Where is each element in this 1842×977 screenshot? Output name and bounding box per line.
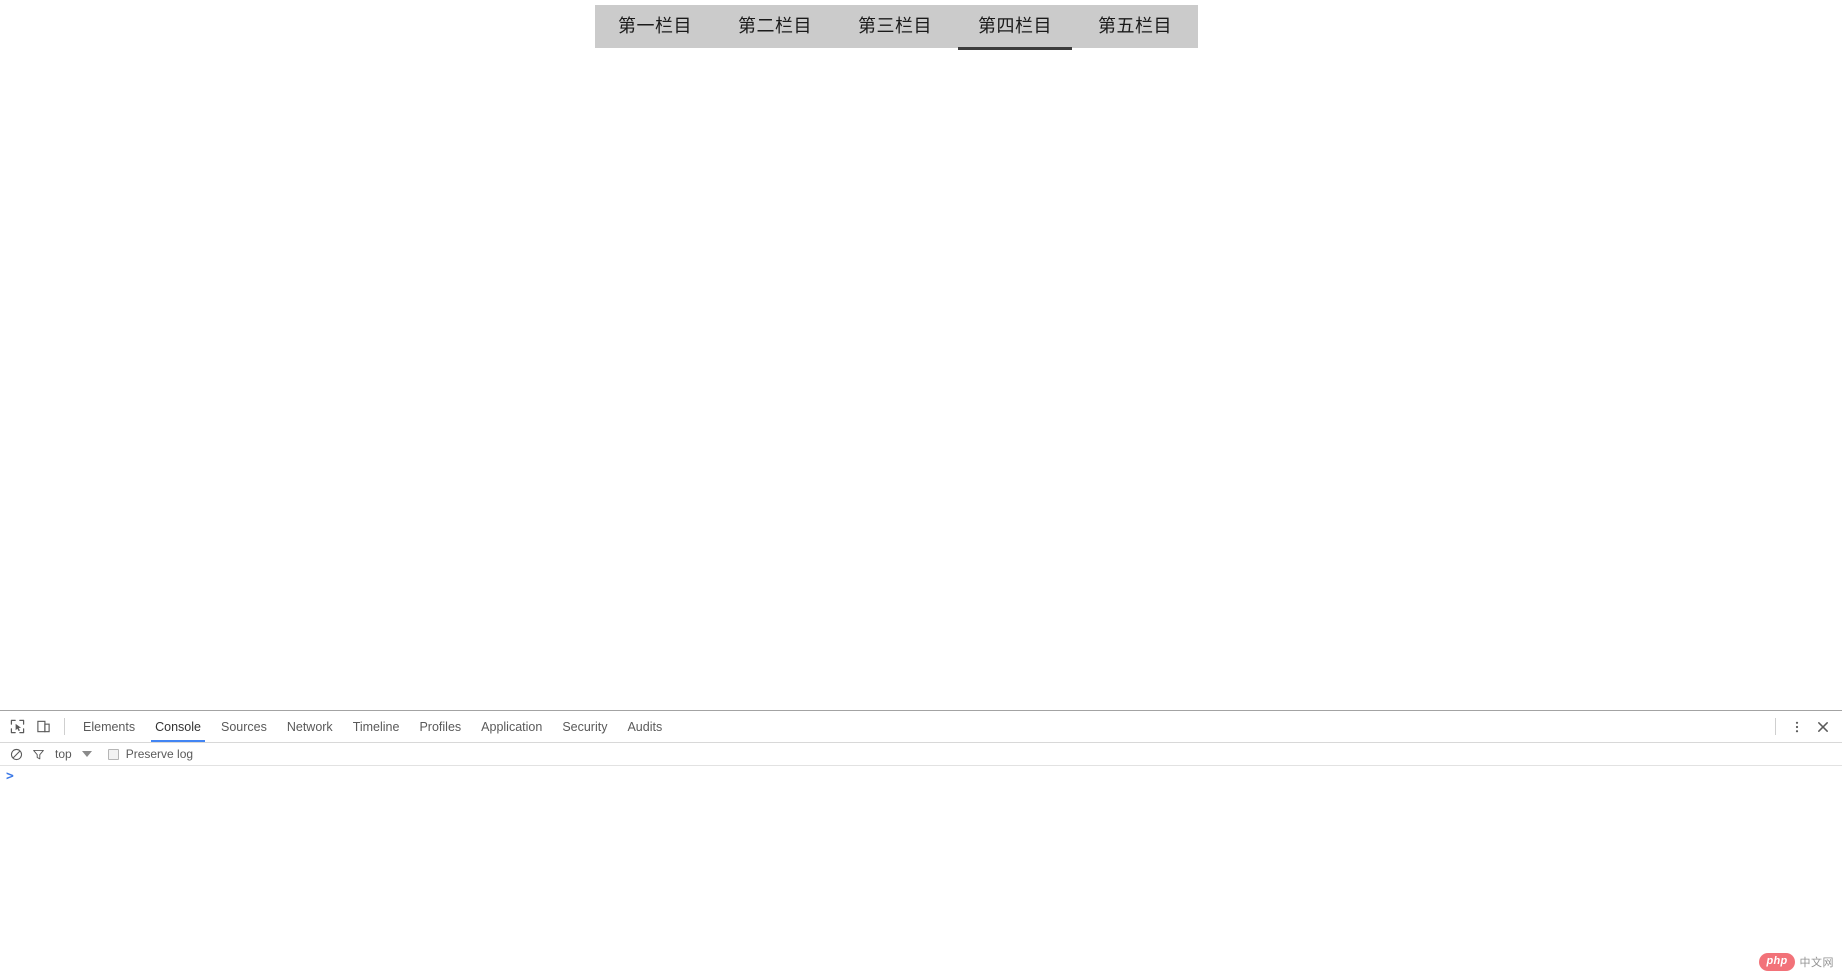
- more-options-icon[interactable]: [1784, 714, 1810, 740]
- devtools-tab-profiles-label: Profiles: [419, 719, 462, 734]
- devtools-tab-audits-label: Audits: [627, 719, 663, 734]
- toolbar-divider: [64, 718, 65, 735]
- devtools-tabbar: Elements Console Sources Network Timelin…: [0, 711, 1842, 743]
- devtools-tab-application-label: Application: [481, 719, 543, 734]
- nav-tab-5[interactable]: 第五栏目: [1075, 5, 1195, 48]
- devtools-tab-elements-label: Elements: [83, 719, 136, 734]
- toolbar-divider-right: [1775, 718, 1776, 735]
- console-context-selector[interactable]: top: [49, 747, 92, 761]
- devtools-tab-timeline-label: Timeline: [352, 719, 400, 734]
- device-toolbar-icon[interactable]: [30, 714, 56, 740]
- console-filter-toolbar: top Preserve log: [0, 743, 1842, 766]
- devtools-tab-security-label: Security: [562, 719, 608, 734]
- nav-tab-2[interactable]: 第二栏目: [715, 5, 835, 48]
- console-prompt-row[interactable]: >: [0, 766, 1842, 786]
- nav-tab-3-label: 第三栏目: [858, 15, 932, 36]
- devtools-tab-console-label: Console: [155, 719, 201, 734]
- console-output-area[interactable]: >: [0, 766, 1842, 976]
- console-prompt-chevron-icon: >: [6, 768, 14, 784]
- devtools-tab-audits[interactable]: Audits: [617, 711, 672, 742]
- console-context-label: top: [55, 747, 72, 761]
- filter-icon[interactable]: [27, 743, 49, 765]
- nav-tab-4-label: 第四栏目: [978, 15, 1052, 36]
- devtools-tab-security[interactable]: Security: [552, 711, 617, 742]
- nav-tab-5-label: 第五栏目: [1098, 15, 1172, 36]
- preserve-log-toggle[interactable]: Preserve log: [107, 747, 194, 761]
- devtools-tab-profiles[interactable]: Profiles: [409, 711, 471, 742]
- nav-tab-1-label: 第一栏目: [618, 15, 692, 36]
- clear-console-icon[interactable]: [5, 743, 27, 765]
- inspect-element-icon[interactable]: [4, 714, 30, 740]
- devtools-tab-network[interactable]: Network: [277, 711, 343, 742]
- devtools-tabbar-actions: [1767, 714, 1842, 740]
- close-icon[interactable]: [1810, 714, 1836, 740]
- php-logo-badge: php: [1759, 953, 1795, 971]
- devtools-tab-sources-label: Sources: [220, 719, 267, 734]
- site-watermark: php 中文网: [1759, 953, 1834, 971]
- devtools-tab-sources[interactable]: Sources: [211, 711, 277, 742]
- preserve-log-checkbox[interactable]: [107, 748, 119, 760]
- nav-tab-4[interactable]: 第四栏目: [955, 5, 1075, 50]
- devtools-tab-network-label: Network: [286, 719, 333, 734]
- console-prompt-input[interactable]: [13, 767, 1842, 785]
- devtools-panel: Elements Console Sources Network Timelin…: [0, 710, 1842, 977]
- devtools-tab-elements[interactable]: Elements: [73, 711, 145, 742]
- watermark-label: 中文网: [1799, 957, 1834, 969]
- nav-tab-3[interactable]: 第三栏目: [835, 5, 955, 48]
- chevron-down-icon: [81, 751, 92, 757]
- nav-tab-2-label: 第二栏目: [738, 15, 812, 36]
- browser-page-viewport: 第一栏目 第二栏目 第三栏目 第四栏目 第五栏目: [0, 0, 1842, 710]
- devtools-tab-application[interactable]: Application: [471, 711, 552, 742]
- preserve-log-label: Preserve log: [125, 747, 194, 761]
- site-nav-tabs: 第一栏目 第二栏目 第三栏目 第四栏目 第五栏目: [595, 5, 1198, 50]
- devtools-tab-timeline[interactable]: Timeline: [343, 711, 410, 742]
- nav-tab-1[interactable]: 第一栏目: [595, 5, 715, 48]
- devtools-tab-console[interactable]: Console: [145, 711, 211, 742]
